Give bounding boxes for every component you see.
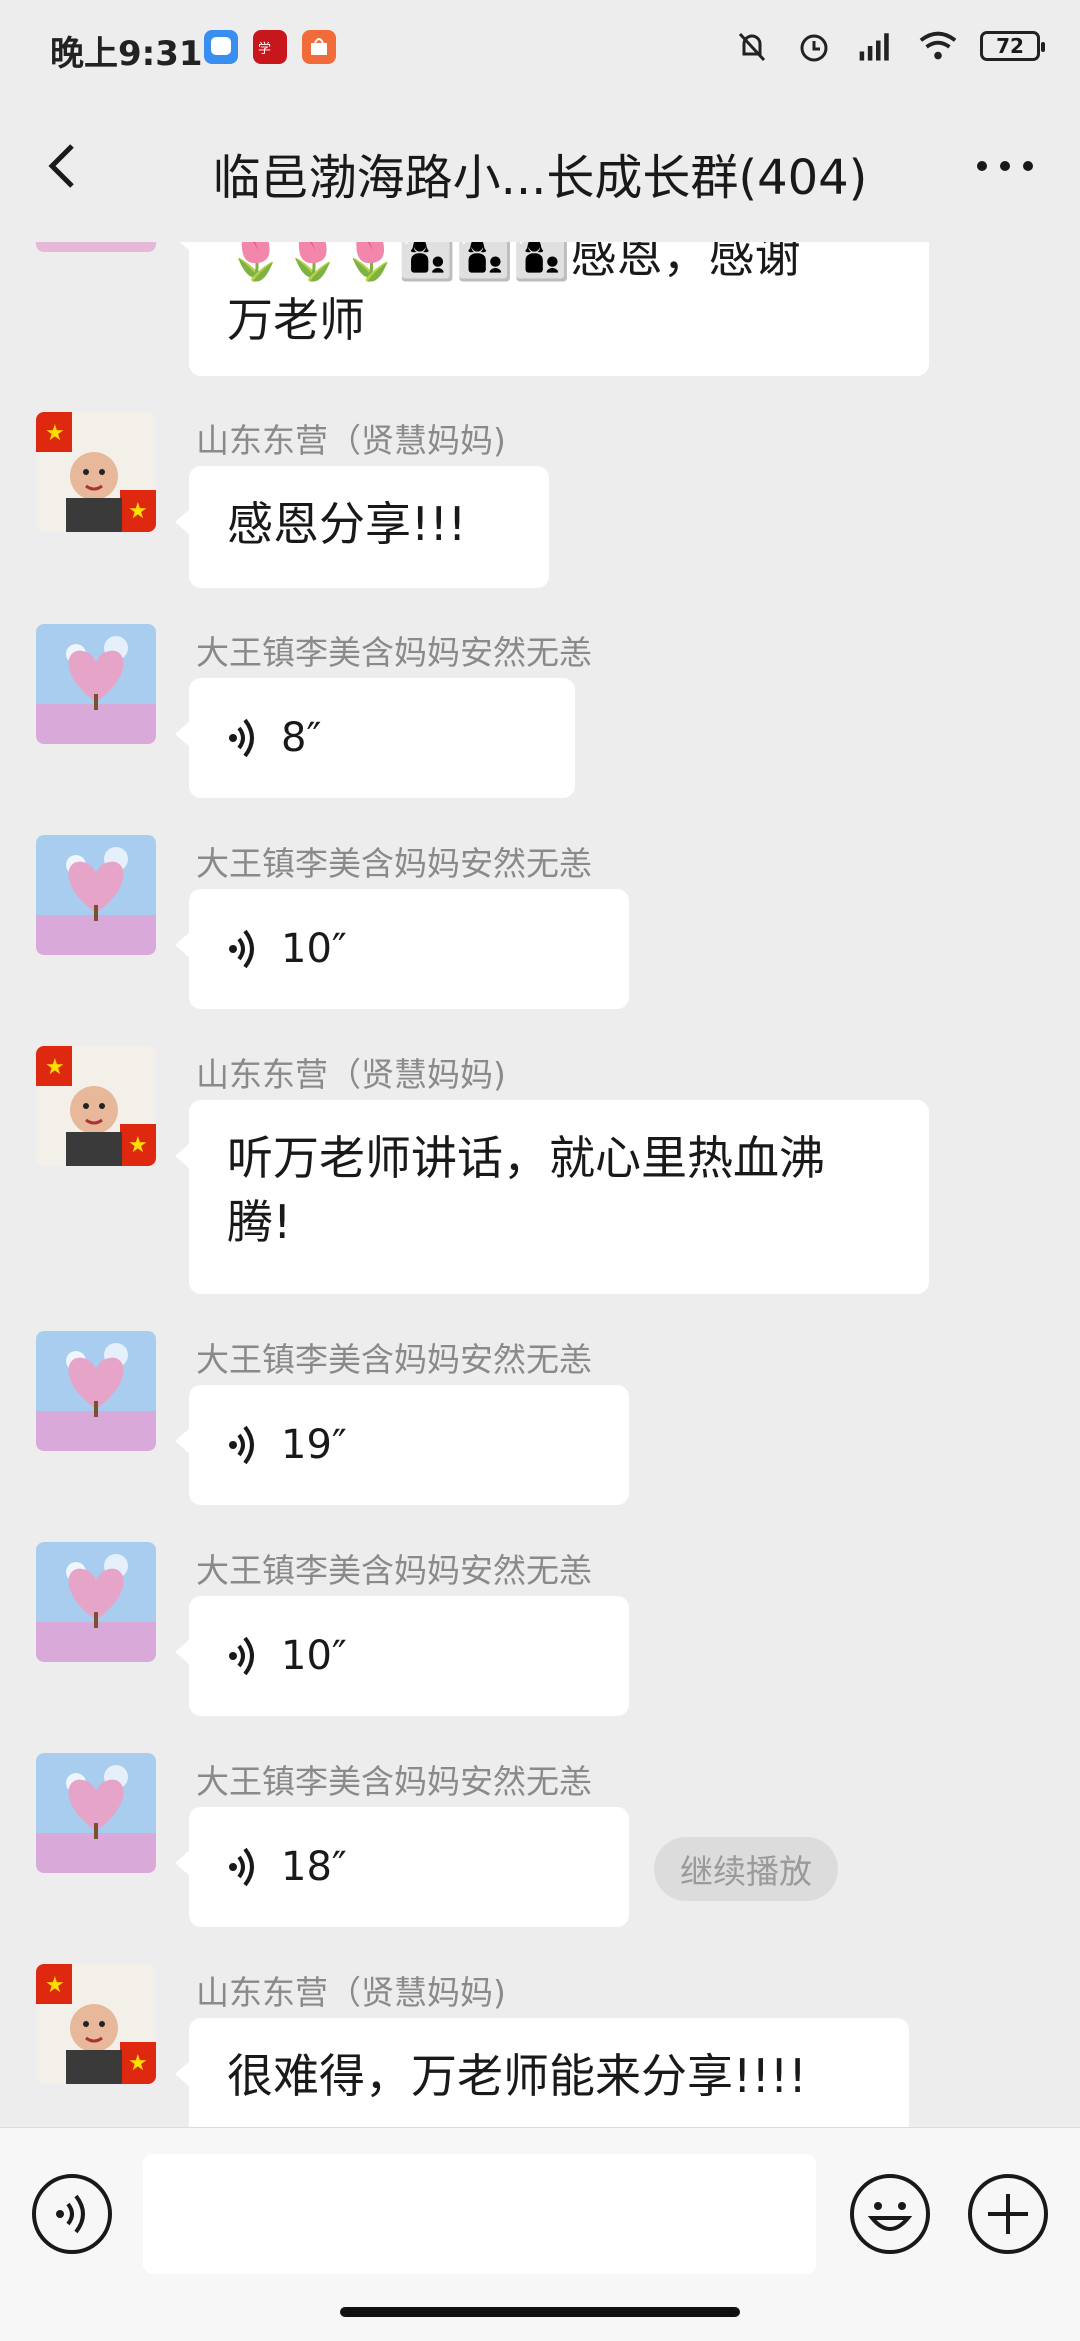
voice-wave-icon [229,1636,254,1676]
sender-name: 大王镇李美含妈妈安然无恙 [196,1551,592,1590]
svg-text:★: ★ [128,2051,148,2076]
study-app-icon: 学 [253,30,287,64]
voice-duration: 18″ [281,1844,347,1890]
voice-bubble[interactable]: 18″ [175,1807,629,1927]
voice-duration: 19″ [281,1422,347,1468]
voice-bubble[interactable]: 10″ [175,889,629,1009]
home-indicator[interactable] [340,2307,740,2317]
voice-bubble[interactable]: 8″ [175,678,575,798]
voice-wave-icon [229,929,254,969]
svg-text:★: ★ [128,499,148,524]
emoji-icon[interactable] [848,2172,932,2256]
text-bubble[interactable]: 很难得，万老师能来分享!!!! [175,2018,909,2127]
voice-wave-icon [229,1847,254,1887]
chat-header: 临邑渤海路小...长成长群(404) [0,96,1080,242]
svg-text:★: ★ [45,421,65,446]
plus-icon[interactable] [966,2172,1050,2256]
voice-bubble[interactable]: 10″ [175,1596,629,1716]
avatar[interactable] [36,624,156,744]
wifi-icon [918,26,958,66]
voice-wave-icon [229,718,254,758]
voice-input-icon[interactable] [30,2172,114,2256]
sender-name: 山东东营（贤慧妈妈) [196,421,506,460]
text-bubble[interactable]: 🌷🌷🌷👩‍👦👩‍👦👩‍👦感恩，感谢 万老师 [175,242,929,376]
message-list[interactable]: 🌷🌷🌷👩‍👦👩‍👦👩‍👦感恩，感谢 万老师 ★ ★ 山东东营（贤慧妈妈) 感恩分… [0,242,1080,2127]
svg-text:★: ★ [45,1055,65,1080]
message-text: 腾! [227,1195,292,1249]
signal-icon [856,26,896,66]
voice-duration: 8″ [281,715,322,761]
avatar[interactable]: ★ ★ [36,1964,156,2084]
avatar[interactable]: ★ ★ [36,412,156,532]
chat-app-icon [204,30,238,64]
text-bubble[interactable]: 感恩分享!!! [175,466,549,588]
alarm-icon [794,26,834,66]
voice-duration: 10″ [281,1633,347,1679]
avatar[interactable] [36,1331,156,1451]
status-bar: 晚上9:31 学 72 [0,0,1080,96]
sender-name: 山东东营（贤慧妈妈) [196,1055,506,1094]
sender-name: 山东东营（贤慧妈妈) [196,1973,506,2012]
sender-name: 大王镇李美含妈妈安然无恙 [196,1340,592,1379]
continue-playing-button[interactable]: 继续播放 [654,1837,838,1901]
text-bubble[interactable]: 听万老师讲话，就心里热血沸 腾! [175,1100,929,1294]
avatar[interactable] [36,242,156,252]
store-app-icon [302,30,336,64]
battery-icon: 72 [980,31,1045,61]
sender-name: 大王镇李美含妈妈安然无恙 [196,1762,592,1801]
sender-name: 大王镇李美含妈妈安然无恙 [196,633,592,672]
svg-text:★: ★ [128,1133,148,1158]
mute-icon [732,26,772,66]
voice-wave-icon [229,1425,254,1465]
message-input[interactable] [143,2154,816,2274]
message-text: 听万老师讲话，就心里热血沸 [227,1131,825,1185]
chat-title: 临邑渤海路小...长成长群(404) [212,150,868,206]
battery-level: 72 [996,34,1024,58]
avatar[interactable] [36,1753,156,1873]
status-time: 晚上9:31 [50,34,203,74]
message-text: 很难得，万老师能来分享!!!! [227,2049,807,2103]
svg-text:★: ★ [45,1973,65,1998]
avatar[interactable]: ★ ★ [36,1046,156,1166]
message-text: 感恩分享!!! [227,497,467,551]
voice-bubble[interactable]: 19″ [175,1385,629,1505]
voice-duration: 10″ [281,926,347,972]
message-text: 万老师 [227,293,365,347]
sender-name: 大王镇李美含妈妈安然无恙 [196,844,592,883]
avatar[interactable] [36,1542,156,1662]
svg-text:学: 学 [258,41,271,57]
avatar[interactable] [36,835,156,955]
message-text: 🌷🌷🌷👩‍👦👩‍👦👩‍👦感恩，感谢 [227,242,801,283]
more-dots-icon[interactable] [970,146,1040,186]
